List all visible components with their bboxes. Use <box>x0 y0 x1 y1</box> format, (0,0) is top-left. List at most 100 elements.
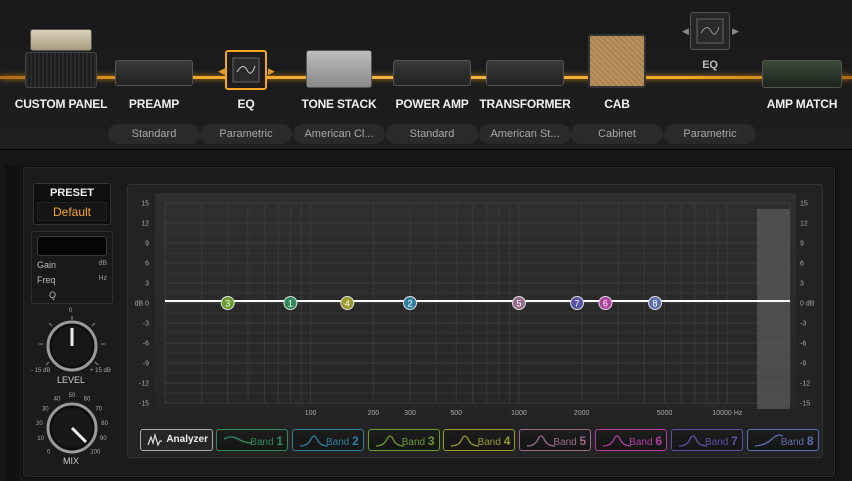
prev-variant-arrow-icon[interactable]: ◀ <box>218 66 225 77</box>
band-button-label: Band 2 <box>326 434 359 448</box>
band-node-6[interactable]: 6 <box>598 296 613 310</box>
band-shape-icon <box>223 436 253 444</box>
y-tick-label: 15 <box>141 201 149 208</box>
readout-freq-label: Freq <box>37 275 56 285</box>
amp-eq-editor: CUSTOM PANEL PREAMP Standard ◀ ▶ EQ Para… <box>0 0 852 481</box>
band-node-1[interactable]: 1 <box>283 296 298 310</box>
x-tick-label: 10000 Hz <box>712 410 742 417</box>
y-tick-label-right: 3 <box>800 281 804 288</box>
custom-panel-body <box>25 52 97 88</box>
y-tick-label: -3 <box>143 321 149 328</box>
readout-gain-label: Gain <box>37 260 57 270</box>
y-tick-label-right: -3 <box>800 321 806 328</box>
tone-stack-thumbnail <box>306 50 372 88</box>
module-label: TONE STACK <box>301 97 377 111</box>
prev-variant-arrow-icon[interactable]: ◀ <box>682 26 689 37</box>
eq-grid <box>164 202 791 404</box>
band-button-label: Band 4 <box>478 434 511 448</box>
next-variant-arrow-icon[interactable]: ▶ <box>732 26 739 37</box>
eq-x-axis: 100 200 300 500 1000 2000 5000 10000 Hz <box>305 410 743 417</box>
preset-select[interactable]: Default <box>37 202 107 221</box>
eq-graph: 15 12 9 6 3 dB 0 -3 -6 -9 -12 -15 15 12 9 6 3 0 dB -3 -6-… <box>127 184 823 458</box>
y-tick-label: 6 <box>145 261 149 268</box>
module-variant-select[interactable]: Standard <box>108 124 200 144</box>
band-node-3[interactable]: 3 <box>220 296 235 310</box>
mix-tick-label: 70 <box>95 407 102 413</box>
band-button-text: Band <box>780 437 807 448</box>
y-tick-label-right: 0 dB <box>800 301 815 308</box>
band-button-1[interactable]: Band 1 <box>216 429 288 451</box>
band-readout: Gain dB Freq Hz Q <box>31 231 113 304</box>
y-tick-label-right: 6 <box>800 261 804 268</box>
y-tick-label-right: -12 <box>800 381 810 388</box>
mix-label: MIX <box>62 456 79 466</box>
band-button-text: Band <box>629 437 656 448</box>
x-tick-label: 300 <box>404 410 416 417</box>
band-node-number: 4 <box>345 298 350 308</box>
module-variant-select[interactable]: Parametric <box>200 124 292 144</box>
band-button-3[interactable]: Band 3 <box>367 429 440 451</box>
x-tick-label: 5000 <box>657 410 673 417</box>
band-shape-icon <box>299 435 328 447</box>
band-shape-icon <box>678 435 707 447</box>
mix-knob[interactable]: 0 10 20 30 40 50 60 70 80 90 100 <box>30 388 114 460</box>
eq-graph-canvas[interactable]: 1512963dB 0-3-6-9-12-15 15129630 dB-3-6-… <box>128 185 824 459</box>
readout-freq-unit: Hz <box>98 275 107 282</box>
module-variant-select[interactable]: Standard <box>386 124 478 144</box>
band-button-2[interactable]: Band 2 <box>291 429 364 451</box>
band-button-4[interactable]: Band 4 <box>443 429 516 451</box>
band-button-8[interactable]: Band 8 <box>746 429 819 451</box>
power-amp-thumbnail <box>393 60 471 86</box>
module-variant-select[interactable]: Parametric <box>664 124 756 144</box>
signal-chain: CUSTOM PANEL PREAMP Standard ◀ ▶ EQ Para… <box>0 0 852 150</box>
band-button-6[interactable]: Band 6 <box>595 429 667 451</box>
level-label: LEVEL <box>56 375 86 385</box>
band-node-8[interactable]: 8 <box>648 296 663 310</box>
level-max-label: + 15 dB <box>90 368 111 374</box>
next-variant-arrow-icon[interactable]: ▶ <box>268 66 275 77</box>
eq-2-thumbnail <box>690 12 730 50</box>
band-button-7[interactable]: Band 7 <box>670 429 743 451</box>
panel-side-strip <box>5 165 19 481</box>
module-label: CUSTOM PANEL <box>14 97 108 111</box>
y-tick-label: 12 <box>141 221 149 228</box>
band-button-5[interactable]: Band 5 <box>519 429 592 451</box>
mix-tick-label: 90 <box>100 436 107 442</box>
eq-thumbnail <box>225 50 267 90</box>
mix-tick-label: 10 <box>37 436 44 442</box>
mix-tick-label: 20 <box>36 421 43 427</box>
band-button-label: Band 6 <box>629 434 662 448</box>
y-tick-label: -15 <box>139 401 149 408</box>
module-variant-select[interactable]: American Cl... <box>293 124 385 144</box>
y-tick-label: dB 0 <box>135 301 150 308</box>
transformer-thumbnail <box>486 60 564 86</box>
readout-freq-row: Freq Hz <box>37 275 107 285</box>
y-tick-label: -12 <box>139 381 149 388</box>
band-node-7[interactable]: 7 <box>570 296 585 310</box>
band-button-label: Band 3 <box>402 434 435 448</box>
eq-y-axis-left: 15 12 9 6 3 dB 0 -3 -6 -9 -12 -15 <box>135 201 150 408</box>
band-node-4[interactable]: 4 <box>340 296 355 310</box>
analyzer-spectrum-bar <box>757 209 790 409</box>
band-button-text: Band <box>553 437 580 448</box>
preamp-thumbnail <box>115 60 193 86</box>
module-label: CAB <box>604 97 630 111</box>
band-button-number: 8 <box>806 434 814 448</box>
level-min-label: - 15 dB <box>31 368 51 374</box>
x-tick-label: 1000 <box>511 410 527 417</box>
band-node-2[interactable]: 2 <box>403 296 418 310</box>
y-tick-label-right: 12 <box>800 221 808 228</box>
module-variant-select[interactable]: American St... <box>479 124 571 144</box>
mix-tick-label: 0 <box>47 449 51 455</box>
readout-q-row: Q <box>37 290 107 300</box>
band-button-text: Band <box>401 437 428 448</box>
band-shape-icon <box>451 435 480 447</box>
analyzer-button[interactable]: Analyzer <box>140 429 213 451</box>
module-variant-select[interactable]: Cabinet <box>571 124 663 144</box>
readout-screen <box>37 236 107 256</box>
band-shape-icon <box>602 435 632 447</box>
band-button-text: Band <box>477 437 504 448</box>
y-tick-label: 9 <box>145 241 149 248</box>
band-button-text: Band <box>250 437 277 448</box>
band-node-5[interactable]: 5 <box>511 296 526 310</box>
